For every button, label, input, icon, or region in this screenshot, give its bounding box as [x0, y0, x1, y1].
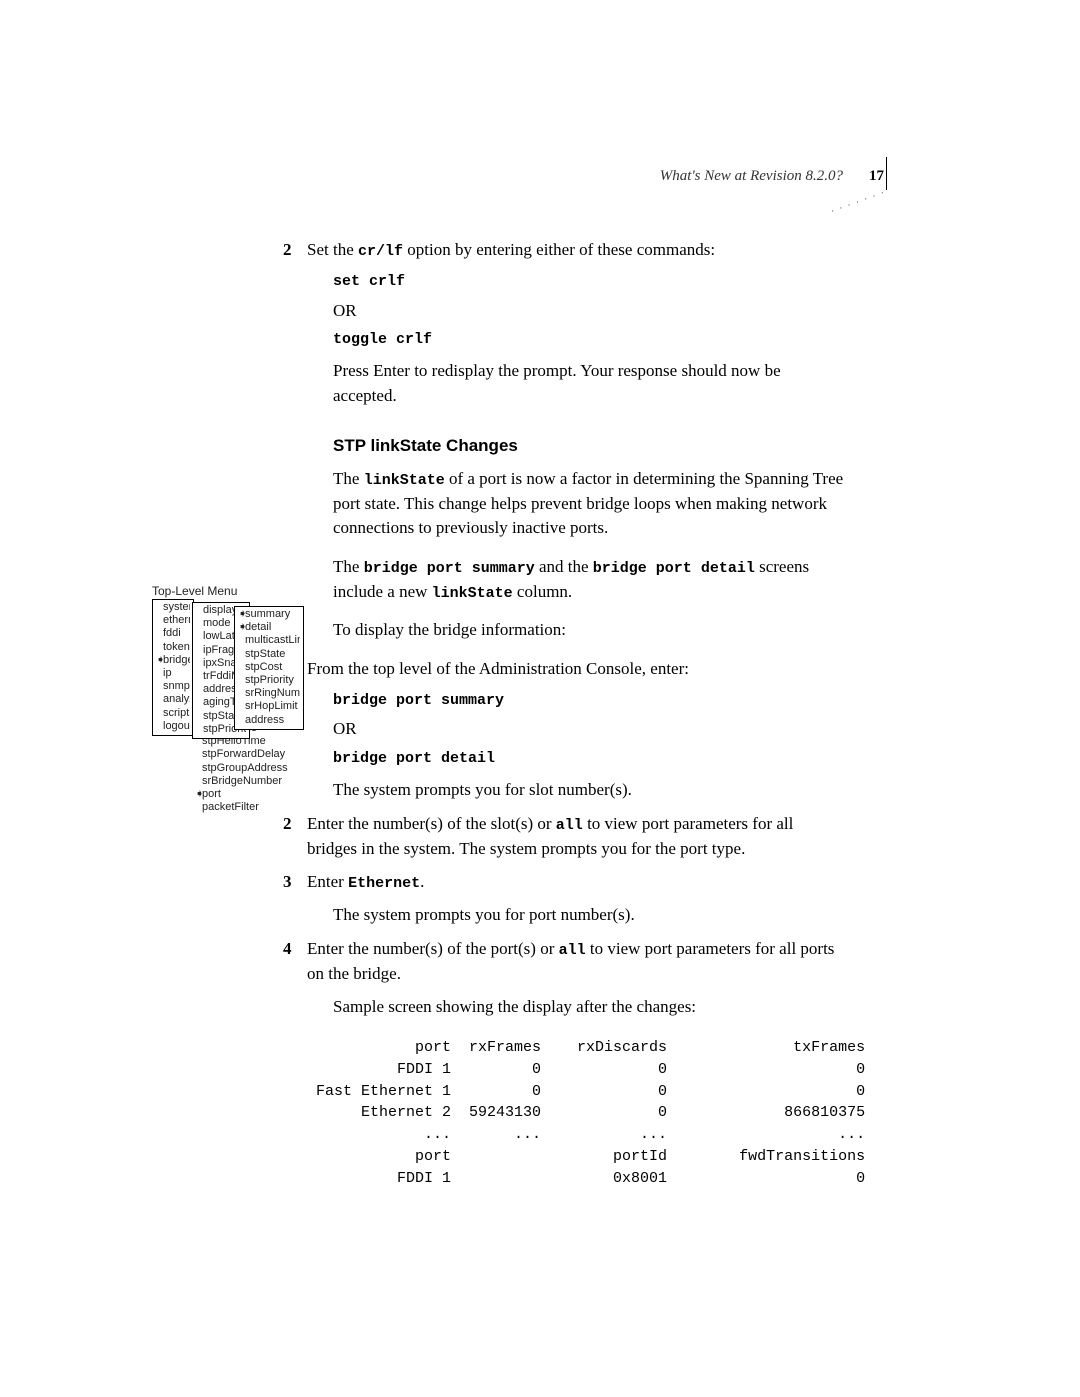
section-p1: The linkState of a port is now a factor … — [333, 467, 847, 541]
menu-item: ➧detail — [238, 621, 300, 634]
cmd-toggle-crlf: toggle crlf — [333, 329, 847, 351]
cmd-bps: bridge port summary — [333, 690, 847, 712]
cmd-set-crlf: set crlf — [333, 271, 847, 293]
menu-item: fddi — [156, 627, 190, 640]
menu-item: stpGroupAddress — [195, 762, 290, 775]
s4-a: Enter the number(s) of the port(s) or — [307, 939, 559, 958]
proc-step-4: 4 Enter the number(s) of the port(s) or … — [307, 937, 847, 986]
menu-item: ethernet — [156, 614, 190, 627]
proc-step-1: 1 From the top level of the Administrati… — [307, 657, 847, 682]
code-bps: bridge port summary — [364, 560, 535, 577]
code-bpd: bridge port detail — [593, 560, 755, 577]
menu-col-1: systemethernetfdditokenring➧bridgeipsnmp… — [152, 599, 194, 736]
header-rule — [886, 157, 887, 190]
s3-a: Enter — [307, 872, 348, 891]
or-label: OR — [333, 717, 847, 742]
step-number: 2 — [283, 238, 292, 263]
header-title: What's New at Revision 8.2.0? — [660, 168, 843, 184]
p1-a: The — [333, 469, 364, 488]
proc-step-2: 2 Enter the number(s) of the slot(s) or … — [307, 812, 847, 861]
s3-b: . — [420, 872, 424, 891]
running-header: What's New at Revision 8.2.0? — [660, 166, 843, 188]
section-heading: STP linkState Changes — [333, 434, 847, 459]
menu-item: srRingNumber — [238, 687, 300, 700]
step-2: 2 Set the cr/lf option by entering eithe… — [307, 238, 847, 263]
menu-item: stpState — [238, 648, 300, 661]
menu-title: Top-Level Menu — [152, 584, 237, 598]
code-all-2: all — [559, 942, 586, 959]
step-2-followup: Press Enter to redisplay the prompt. You… — [333, 359, 847, 408]
menu-item: snmp — [156, 680, 190, 693]
sample-intro: Sample screen showing the display after … — [333, 995, 847, 1020]
menu-item: analyzer — [156, 693, 190, 706]
proc-step-3: 3 Enter Ethernet. — [307, 870, 847, 895]
step-number: 4 — [283, 937, 292, 962]
menu-col-3: ➧summary➧detailmulticastLimitstpStatestp… — [234, 606, 304, 730]
sample-screen-output: port rxFrames rxDiscards txFrames FDDI 1… — [307, 1037, 847, 1189]
menu-item: address — [238, 714, 300, 727]
section-p2: The bridge port summary and the bridge p… — [333, 555, 847, 605]
menu-item: srHopLimit — [238, 700, 300, 713]
header-dots-decoration: · · · · · · · — [829, 186, 888, 219]
menu-item: ➧summary — [238, 608, 300, 621]
menu-item: stpCost — [238, 661, 300, 674]
menu-item: ➧port — [195, 788, 290, 801]
menu-item: logout — [156, 720, 190, 733]
menu-diagram: Top-Level Menu systemethernetfdditokenri… — [152, 584, 237, 600]
menu-item: stpForwardDelay — [195, 748, 290, 761]
step-2-text-before: Set the — [307, 240, 358, 259]
step-number: 3 — [283, 870, 292, 895]
p2-b: and the — [535, 557, 593, 576]
s2-a: Enter the number(s) of the slot(s) or — [307, 814, 556, 833]
p2-d: column. — [513, 582, 573, 601]
main-content: 2 Set the cr/lf option by entering eithe… — [307, 238, 847, 1189]
s1-after: The system prompts you for slot number(s… — [333, 778, 847, 803]
code-all-1: all — [556, 817, 583, 834]
p2-a: The — [333, 557, 364, 576]
menu-item: script — [156, 707, 190, 720]
intro-line: To display the bridge information: — [333, 618, 847, 643]
menu-item: tokenring — [156, 641, 190, 654]
or-label: OR — [333, 299, 847, 324]
code-linkstate: linkState — [364, 472, 445, 489]
menu-item: packetFilter — [195, 801, 290, 814]
menu-item: system — [156, 601, 190, 614]
menu-item: ip — [156, 667, 190, 680]
menu-item: ➧bridge — [156, 654, 190, 667]
step-number: 2 — [283, 812, 292, 837]
step-2-text-after: option by entering either of these comma… — [403, 240, 715, 259]
code-crlf: cr/lf — [358, 243, 403, 260]
menu-item: multicastLimit — [238, 634, 300, 647]
page-number: 17 — [869, 166, 884, 188]
code-ethernet: Ethernet — [348, 875, 420, 892]
cmd-bpd: bridge port detail — [333, 748, 847, 770]
s1-text: From the top level of the Administration… — [307, 659, 689, 678]
menu-item: srBridgeNumber — [195, 775, 290, 788]
s3-after: The system prompts you for port number(s… — [333, 903, 847, 928]
menu-item: stpPriority — [238, 674, 300, 687]
code-linkstate2: linkState — [432, 585, 513, 602]
